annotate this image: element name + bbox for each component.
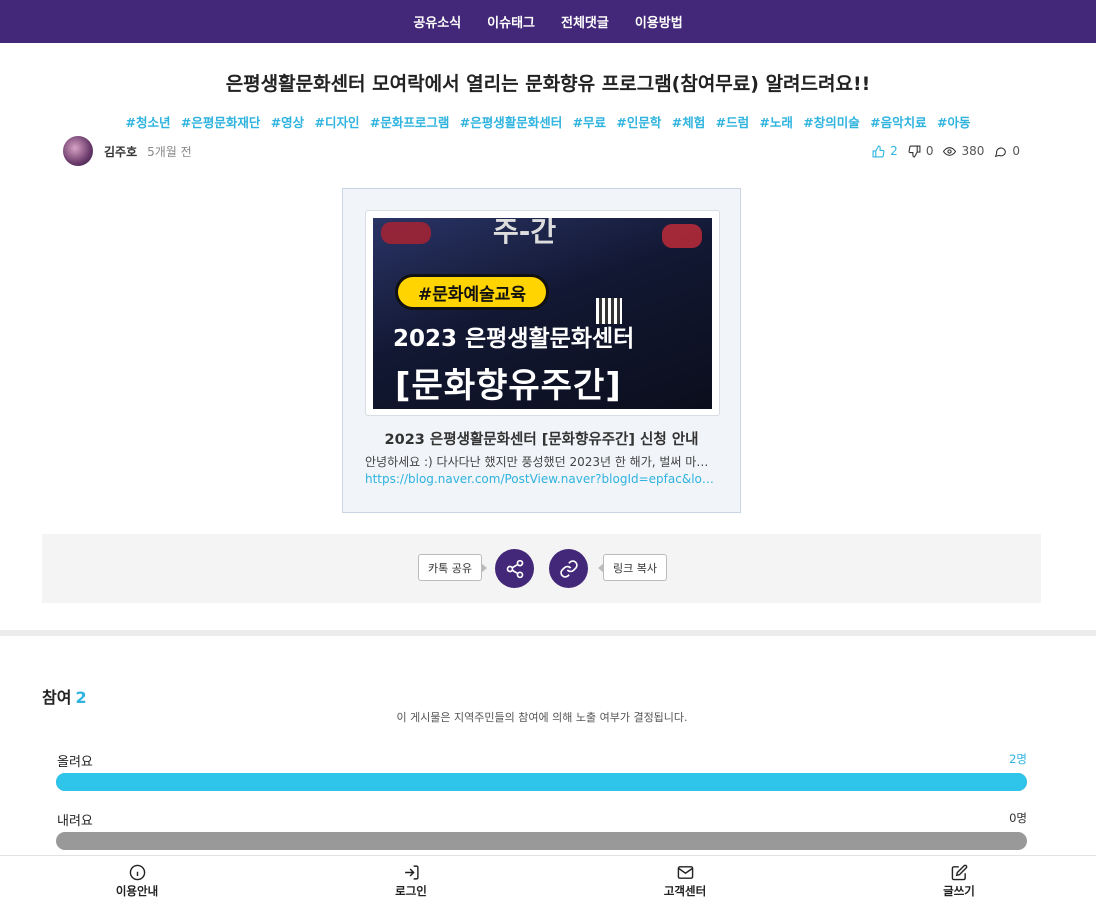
bottom-nav-support[interactable]: 고객센터 (548, 856, 822, 907)
vote-down-count: 0명 (1009, 811, 1027, 825)
comment-icon (995, 146, 1007, 157)
thumbnail-decoration (662, 224, 702, 248)
participation-count: 2 (75, 688, 87, 707)
tag[interactable]: #아동 (937, 115, 970, 130)
tag[interactable]: #디자인 (315, 115, 360, 130)
tag[interactable]: #노래 (759, 115, 792, 130)
like-count: 2 (890, 144, 898, 158)
nav-issue-tags[interactable]: 이슈태그 (487, 12, 535, 31)
vote-down-bar[interactable] (56, 832, 1027, 850)
view-count: 380 (961, 144, 985, 158)
thumbnail-decoration (381, 222, 431, 244)
kakao-share-tooltip: 카톡 공유 (418, 554, 487, 581)
share-button[interactable] (495, 549, 534, 588)
like-stat[interactable]: 2 (872, 144, 898, 158)
tag[interactable]: #드럼 (716, 115, 749, 130)
vote-up-bar-fill (56, 773, 1027, 791)
tag[interactable]: #청소년 (126, 115, 171, 130)
nav-all-comments[interactable]: 전체댓글 (561, 12, 609, 31)
post-title: 은평생활문화센터 모여락에서 열리는 문화향유 프로그램(참여무료) 알려드려요… (225, 73, 871, 95)
comment-stat: 0 (994, 144, 1020, 158)
link-preview-card[interactable]: 주-간 #문화예술교육 2023 은평생활문화센터 [문화향유주간] 2023 … (342, 188, 741, 513)
share-bar: 카톡 공유 링크 복사 (42, 534, 1041, 603)
participation-heading: 참여 2 (42, 684, 87, 708)
tag[interactable]: #은평문화재단 (181, 115, 260, 130)
thumbnail-pill: #문화예술교육 (395, 274, 549, 310)
copy-link-tooltip: 링크 복사 (598, 554, 667, 581)
thumbnail-big-text: [문화향유주간] (395, 366, 622, 406)
bottom-nav-login[interactable]: 로그인 (274, 856, 548, 907)
preview-url[interactable]: https://blog.naver.com/PostView.naver?bl… (365, 472, 715, 486)
bottom-nav-support-label: 고객센터 (663, 884, 707, 898)
bottom-nav-login-label: 로그인 (395, 884, 427, 898)
preview-thumbnail[interactable]: 주-간 #문화예술교육 2023 은평생활문화센터 [문화향유주간] (373, 218, 712, 409)
vote-up-label: 올려요 (57, 755, 93, 770)
thumbs-up-icon (872, 145, 885, 157)
dislike-stat[interactable]: 0 (908, 144, 934, 158)
tag[interactable]: #무료 (573, 115, 606, 130)
nav-shared-news[interactable]: 공유소식 (413, 12, 461, 31)
avatar[interactable] (63, 136, 93, 166)
view-stat: 380 (943, 144, 984, 158)
thumbs-down-icon (908, 145, 921, 157)
copy-link-button[interactable] (549, 549, 588, 588)
tag[interactable]: #인문학 (616, 115, 661, 130)
share-icon (506, 559, 523, 578)
tag-list: #청소년 #은평문화재단 #영상 #디자인 #문화프로그램 #은평생활문화센터 … (0, 112, 1096, 131)
participation-note: 이 게시물은 지역주민들의 참여에 의해 노출 여부가 결정됩니다. (396, 711, 688, 724)
eye-icon (943, 146, 957, 156)
nav-how-to-use[interactable]: 이용방법 (635, 12, 683, 31)
comment-count: 0 (1012, 144, 1020, 158)
info-icon (129, 864, 145, 881)
tag[interactable]: #은평생활문화센터 (460, 115, 562, 130)
vote-up-bar[interactable] (56, 773, 1027, 791)
participation-label: 참여 (42, 688, 72, 707)
preview-title[interactable]: 2023 은평생활문화센터 [문화향유주간] 신청 안내 (343, 428, 740, 449)
post-meta: 김주호 5개월 전 2 0 380 0 (63, 136, 1020, 166)
bottom-nav-write-label: 글쓰기 (943, 884, 975, 898)
link-icon (559, 559, 578, 578)
post-time: 5개월 전 (147, 144, 192, 159)
login-icon (404, 865, 419, 880)
section-divider (0, 630, 1096, 636)
post-stats: 2 0 380 0 (872, 144, 1020, 158)
tag[interactable]: #체험 (672, 115, 705, 130)
tag[interactable]: #창의미술 (803, 115, 859, 130)
bottom-nav-guide-label: 이용안내 (115, 884, 159, 898)
edit-icon (951, 864, 967, 881)
preview-thumbnail-frame: 주-간 #문화예술교육 2023 은평생활문화센터 [문화향유주간] (365, 210, 720, 416)
preview-description: 안녕하세요 :) 다사다난 했지만 풍성했던 2023년 한 해가, 벌써 마무… (365, 455, 715, 469)
vote-up-count: 2명 (1009, 752, 1027, 766)
mail-icon (677, 866, 693, 879)
top-nav: 공유소식 이슈태그 전체댓글 이용방법 (0, 0, 1096, 43)
tag[interactable]: #음악치료 (870, 115, 926, 130)
dislike-count: 0 (925, 144, 934, 158)
author-name[interactable]: 김주호 (104, 143, 137, 160)
tag[interactable]: #문화프로그램 (370, 115, 449, 130)
tag[interactable]: #영상 (271, 115, 304, 130)
thumbnail-top-text: 주-간 (493, 218, 557, 248)
bottom-nav-write[interactable]: 글쓰기 (822, 856, 1096, 907)
bottom-nav: 이용안내 로그인 고객센터 글쓰기 (0, 855, 1096, 907)
bottom-nav-guide[interactable]: 이용안내 (0, 856, 274, 907)
vote-down-label: 내려요 (57, 814, 93, 829)
thumbnail-year-text: 2023 은평생활문화센터 (393, 326, 635, 352)
